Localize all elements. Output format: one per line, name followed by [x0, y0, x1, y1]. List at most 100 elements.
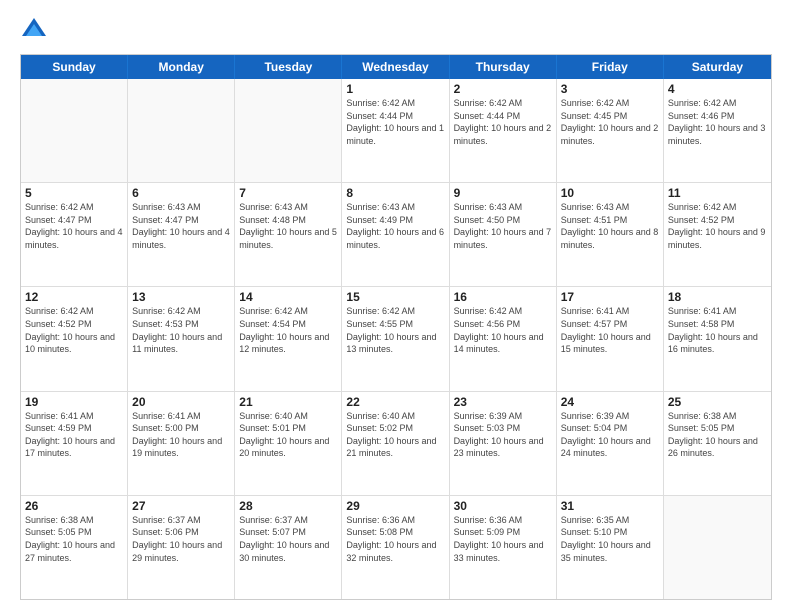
day-info: Sunrise: 6:42 AM Sunset: 4:45 PM Dayligh…: [561, 97, 659, 147]
day-number: 20: [132, 395, 230, 409]
day-number: 23: [454, 395, 552, 409]
calendar-cell: 28Sunrise: 6:37 AM Sunset: 5:07 PM Dayli…: [235, 496, 342, 599]
calendar-cell: 16Sunrise: 6:42 AM Sunset: 4:56 PM Dayli…: [450, 287, 557, 390]
calendar-cell: 30Sunrise: 6:36 AM Sunset: 5:09 PM Dayli…: [450, 496, 557, 599]
page: SundayMondayTuesdayWednesdayThursdayFrid…: [0, 0, 792, 612]
calendar-cell: 23Sunrise: 6:39 AM Sunset: 5:03 PM Dayli…: [450, 392, 557, 495]
day-info: Sunrise: 6:35 AM Sunset: 5:10 PM Dayligh…: [561, 514, 659, 564]
day-info: Sunrise: 6:42 AM Sunset: 4:44 PM Dayligh…: [454, 97, 552, 147]
calendar-cell: [128, 79, 235, 182]
calendar-cell: 9Sunrise: 6:43 AM Sunset: 4:50 PM Daylig…: [450, 183, 557, 286]
weekday-header: Monday: [128, 55, 235, 79]
calendar-cell: [664, 496, 771, 599]
day-info: Sunrise: 6:43 AM Sunset: 4:49 PM Dayligh…: [346, 201, 444, 251]
day-number: 25: [668, 395, 767, 409]
day-info: Sunrise: 6:42 AM Sunset: 4:44 PM Dayligh…: [346, 97, 444, 147]
day-number: 9: [454, 186, 552, 200]
day-info: Sunrise: 6:36 AM Sunset: 5:09 PM Dayligh…: [454, 514, 552, 564]
day-number: 31: [561, 499, 659, 513]
day-number: 19: [25, 395, 123, 409]
calendar: SundayMondayTuesdayWednesdayThursdayFrid…: [20, 54, 772, 600]
calendar-cell: 12Sunrise: 6:42 AM Sunset: 4:52 PM Dayli…: [21, 287, 128, 390]
day-number: 28: [239, 499, 337, 513]
calendar-cell: 17Sunrise: 6:41 AM Sunset: 4:57 PM Dayli…: [557, 287, 664, 390]
day-number: 3: [561, 82, 659, 96]
calendar-row: 5Sunrise: 6:42 AM Sunset: 4:47 PM Daylig…: [21, 183, 771, 287]
day-number: 11: [668, 186, 767, 200]
day-info: Sunrise: 6:37 AM Sunset: 5:06 PM Dayligh…: [132, 514, 230, 564]
calendar-cell: 31Sunrise: 6:35 AM Sunset: 5:10 PM Dayli…: [557, 496, 664, 599]
calendar-header: SundayMondayTuesdayWednesdayThursdayFrid…: [21, 55, 771, 79]
day-number: 5: [25, 186, 123, 200]
day-info: Sunrise: 6:39 AM Sunset: 5:03 PM Dayligh…: [454, 410, 552, 460]
day-info: Sunrise: 6:42 AM Sunset: 4:53 PM Dayligh…: [132, 305, 230, 355]
calendar-cell: 24Sunrise: 6:39 AM Sunset: 5:04 PM Dayli…: [557, 392, 664, 495]
weekday-header: Sunday: [21, 55, 128, 79]
calendar-cell: 2Sunrise: 6:42 AM Sunset: 4:44 PM Daylig…: [450, 79, 557, 182]
day-number: 6: [132, 186, 230, 200]
day-info: Sunrise: 6:40 AM Sunset: 5:02 PM Dayligh…: [346, 410, 444, 460]
calendar-cell: 5Sunrise: 6:42 AM Sunset: 4:47 PM Daylig…: [21, 183, 128, 286]
day-info: Sunrise: 6:37 AM Sunset: 5:07 PM Dayligh…: [239, 514, 337, 564]
weekday-header: Friday: [557, 55, 664, 79]
day-number: 10: [561, 186, 659, 200]
calendar-cell: 18Sunrise: 6:41 AM Sunset: 4:58 PM Dayli…: [664, 287, 771, 390]
calendar-cell: 8Sunrise: 6:43 AM Sunset: 4:49 PM Daylig…: [342, 183, 449, 286]
day-info: Sunrise: 6:42 AM Sunset: 4:47 PM Dayligh…: [25, 201, 123, 251]
day-number: 4: [668, 82, 767, 96]
day-number: 29: [346, 499, 444, 513]
calendar-body: 1Sunrise: 6:42 AM Sunset: 4:44 PM Daylig…: [21, 79, 771, 599]
calendar-cell: 22Sunrise: 6:40 AM Sunset: 5:02 PM Dayli…: [342, 392, 449, 495]
calendar-cell: 7Sunrise: 6:43 AM Sunset: 4:48 PM Daylig…: [235, 183, 342, 286]
day-number: 26: [25, 499, 123, 513]
day-info: Sunrise: 6:38 AM Sunset: 5:05 PM Dayligh…: [668, 410, 767, 460]
logo: [20, 16, 52, 44]
day-info: Sunrise: 6:43 AM Sunset: 4:51 PM Dayligh…: [561, 201, 659, 251]
calendar-cell: [21, 79, 128, 182]
day-info: Sunrise: 6:41 AM Sunset: 4:59 PM Dayligh…: [25, 410, 123, 460]
calendar-cell: 11Sunrise: 6:42 AM Sunset: 4:52 PM Dayli…: [664, 183, 771, 286]
calendar-cell: 27Sunrise: 6:37 AM Sunset: 5:06 PM Dayli…: [128, 496, 235, 599]
day-info: Sunrise: 6:39 AM Sunset: 5:04 PM Dayligh…: [561, 410, 659, 460]
calendar-cell: 10Sunrise: 6:43 AM Sunset: 4:51 PM Dayli…: [557, 183, 664, 286]
day-number: 2: [454, 82, 552, 96]
day-number: 18: [668, 290, 767, 304]
calendar-cell: 19Sunrise: 6:41 AM Sunset: 4:59 PM Dayli…: [21, 392, 128, 495]
day-info: Sunrise: 6:36 AM Sunset: 5:08 PM Dayligh…: [346, 514, 444, 564]
calendar-cell: [235, 79, 342, 182]
day-info: Sunrise: 6:42 AM Sunset: 4:56 PM Dayligh…: [454, 305, 552, 355]
day-info: Sunrise: 6:43 AM Sunset: 4:48 PM Dayligh…: [239, 201, 337, 251]
day-info: Sunrise: 6:42 AM Sunset: 4:46 PM Dayligh…: [668, 97, 767, 147]
day-info: Sunrise: 6:42 AM Sunset: 4:52 PM Dayligh…: [25, 305, 123, 355]
calendar-row: 19Sunrise: 6:41 AM Sunset: 4:59 PM Dayli…: [21, 392, 771, 496]
calendar-row: 26Sunrise: 6:38 AM Sunset: 5:05 PM Dayli…: [21, 496, 771, 599]
day-info: Sunrise: 6:41 AM Sunset: 4:58 PM Dayligh…: [668, 305, 767, 355]
calendar-cell: 3Sunrise: 6:42 AM Sunset: 4:45 PM Daylig…: [557, 79, 664, 182]
header: [20, 16, 772, 44]
calendar-cell: 14Sunrise: 6:42 AM Sunset: 4:54 PM Dayli…: [235, 287, 342, 390]
day-info: Sunrise: 6:43 AM Sunset: 4:50 PM Dayligh…: [454, 201, 552, 251]
day-info: Sunrise: 6:42 AM Sunset: 4:55 PM Dayligh…: [346, 305, 444, 355]
calendar-cell: 1Sunrise: 6:42 AM Sunset: 4:44 PM Daylig…: [342, 79, 449, 182]
day-info: Sunrise: 6:42 AM Sunset: 4:54 PM Dayligh…: [239, 305, 337, 355]
logo-icon: [20, 16, 48, 44]
weekday-header: Wednesday: [342, 55, 449, 79]
day-number: 27: [132, 499, 230, 513]
calendar-cell: 29Sunrise: 6:36 AM Sunset: 5:08 PM Dayli…: [342, 496, 449, 599]
day-number: 13: [132, 290, 230, 304]
day-number: 8: [346, 186, 444, 200]
day-number: 15: [346, 290, 444, 304]
day-number: 22: [346, 395, 444, 409]
calendar-cell: 15Sunrise: 6:42 AM Sunset: 4:55 PM Dayli…: [342, 287, 449, 390]
day-number: 7: [239, 186, 337, 200]
day-info: Sunrise: 6:42 AM Sunset: 4:52 PM Dayligh…: [668, 201, 767, 251]
day-number: 21: [239, 395, 337, 409]
calendar-cell: 20Sunrise: 6:41 AM Sunset: 5:00 PM Dayli…: [128, 392, 235, 495]
calendar-row: 12Sunrise: 6:42 AM Sunset: 4:52 PM Dayli…: [21, 287, 771, 391]
calendar-cell: 13Sunrise: 6:42 AM Sunset: 4:53 PM Dayli…: [128, 287, 235, 390]
day-number: 12: [25, 290, 123, 304]
calendar-cell: 6Sunrise: 6:43 AM Sunset: 4:47 PM Daylig…: [128, 183, 235, 286]
weekday-header: Thursday: [450, 55, 557, 79]
day-info: Sunrise: 6:41 AM Sunset: 5:00 PM Dayligh…: [132, 410, 230, 460]
day-number: 30: [454, 499, 552, 513]
